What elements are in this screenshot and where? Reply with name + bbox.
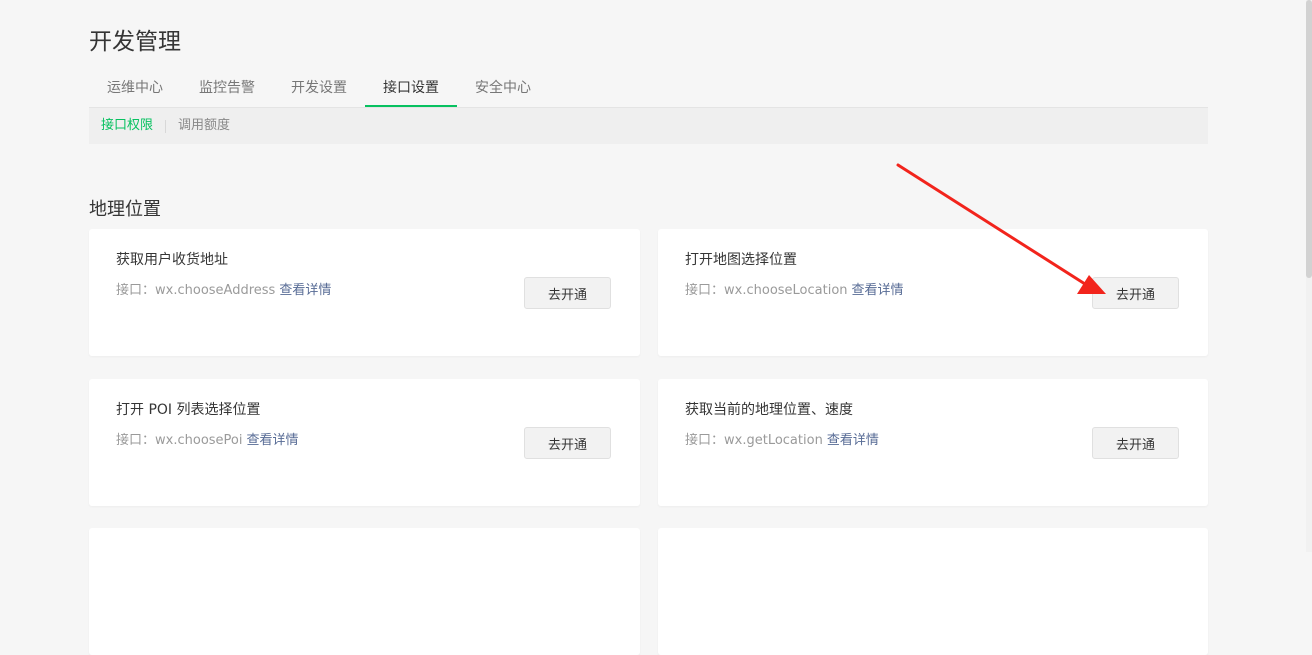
api-prefix-label: 接口： (685, 433, 725, 448)
api-prefix-label: 接口： (116, 283, 156, 298)
tab-security-center[interactable]: 安全中心 (457, 70, 549, 107)
api-prefix-label: 接口： (685, 283, 725, 298)
card-description: 接口：wx.getLocation 查看详情 (685, 429, 879, 448)
card-name: 打开 POI 列表选择位置 (116, 402, 261, 418)
api-card-get-location: 获取当前的地理位置、速度 接口：wx.getLocation 查看详情 去开通 (658, 379, 1208, 506)
api-name: wx.chooseAddress (155, 283, 276, 298)
card-description: 接口：wx.chooseLocation 查看详情 (685, 279, 904, 298)
enable-button[interactable]: 去开通 (1092, 427, 1179, 459)
api-card-partial-left (89, 528, 640, 655)
card-description: 接口：wx.choosePoi 查看详情 (116, 429, 299, 448)
main-tabs: 运维中心 监控告警 开发设置 接口设置 安全中心 (89, 70, 1208, 108)
subnav-api-permissions[interactable]: 接口权限 (89, 119, 165, 133)
view-details-link[interactable]: 查看详情 (279, 283, 331, 298)
tab-api-settings[interactable]: 接口设置 (365, 70, 457, 107)
card-name: 获取当前的地理位置、速度 (685, 402, 853, 418)
subnav-call-quota[interactable]: 调用额度 (166, 119, 242, 133)
enable-button[interactable]: 去开通 (524, 277, 611, 309)
enable-button[interactable]: 去开通 (524, 427, 611, 459)
scrollbar-track[interactable] (1306, 0, 1312, 552)
api-card-partial-right (658, 528, 1208, 655)
enable-button[interactable]: 去开通 (1092, 277, 1179, 309)
section-title: 地理位置 (89, 199, 161, 220)
api-card-choose-poi: 打开 POI 列表选择位置 接口：wx.choosePoi 查看详情 去开通 (89, 379, 640, 506)
card-description: 接口：wx.chooseAddress 查看详情 (116, 279, 331, 298)
page-title: 开发管理 (89, 29, 181, 55)
api-name: wx.choosePoi (155, 433, 243, 448)
card-name: 获取用户收货地址 (116, 252, 228, 268)
api-card-choose-address: 获取用户收货地址 接口：wx.chooseAddress 查看详情 去开通 (89, 229, 640, 356)
api-card-choose-location: 打开地图选择位置 接口：wx.chooseLocation 查看详情 去开通 (658, 229, 1208, 356)
view-details-link[interactable]: 查看详情 (246, 433, 298, 448)
api-prefix-label: 接口： (116, 433, 156, 448)
api-name: wx.getLocation (724, 433, 823, 448)
tab-ops-center[interactable]: 运维中心 (89, 70, 181, 107)
view-details-link[interactable]: 查看详情 (852, 283, 904, 298)
api-name: wx.chooseLocation (724, 283, 848, 298)
tab-monitoring-alerts[interactable]: 监控告警 (181, 70, 273, 107)
scrollbar-thumb[interactable] (1306, 0, 1312, 278)
sub-navigation: 接口权限 调用额度 (89, 108, 1208, 144)
card-name: 打开地图选择位置 (685, 252, 797, 268)
tab-dev-settings[interactable]: 开发设置 (273, 70, 365, 107)
view-details-link[interactable]: 查看详情 (827, 433, 879, 448)
